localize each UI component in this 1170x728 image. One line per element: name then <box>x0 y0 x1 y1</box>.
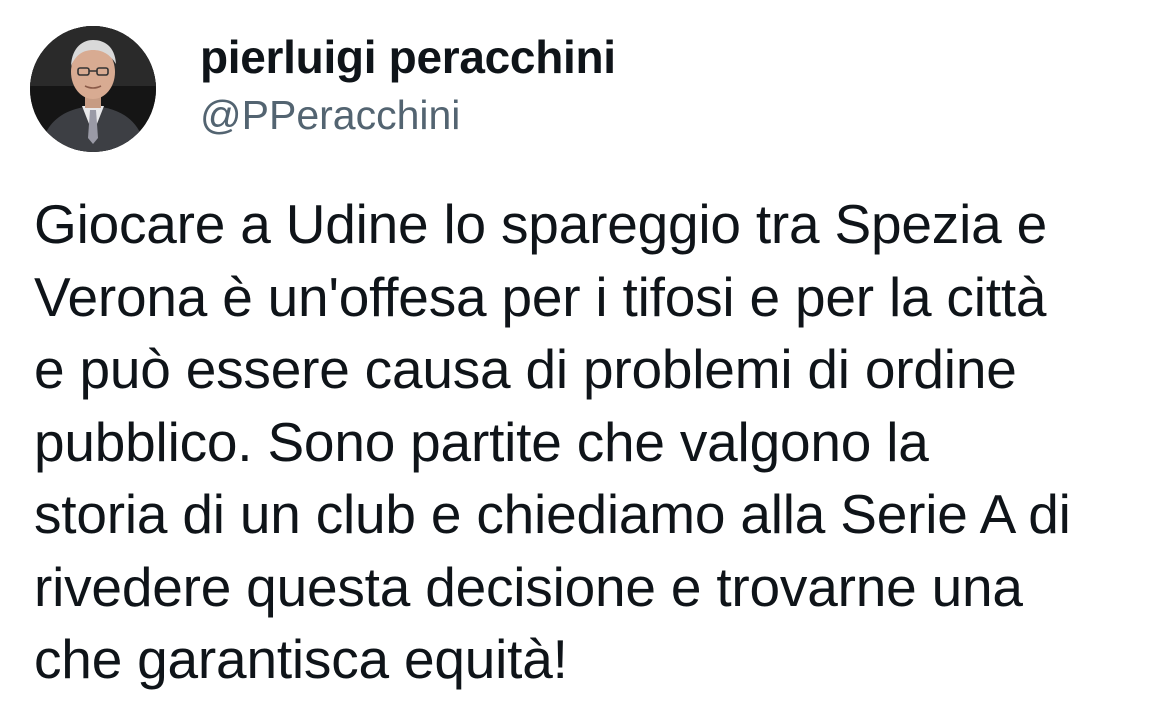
author-handle[interactable]: @PPeracchini <box>200 92 460 139</box>
tweet-text: Giocare a Udine lo spareggio tra Spezia … <box>34 188 1164 696</box>
tweet-text-line: pubblico. Sono partite che valgono la <box>34 410 929 473</box>
author-avatar[interactable] <box>30 26 156 152</box>
profile-photo-icon <box>30 26 156 152</box>
author-display-name[interactable]: pierluigi peracchini <box>200 30 616 84</box>
tweet-text-line: rivedere questa decisione e trovarne una <box>34 555 1023 618</box>
tweet-text-line: Verona è un'offesa per i tifosi e per la… <box>34 265 1047 328</box>
tweet-card: pierluigi peracchini @PPeracchini Giocar… <box>0 0 1170 728</box>
tweet-text-line: che garantisca equità! <box>34 628 568 690</box>
tweet-text-line: e può essere causa di problemi di ordine <box>34 338 1017 400</box>
tweet-text-line: Giocare a Udine lo spareggio tra Spezia … <box>34 193 1047 255</box>
tweet-text-line: storia di un club e chiediamo alla Serie… <box>34 483 1071 545</box>
